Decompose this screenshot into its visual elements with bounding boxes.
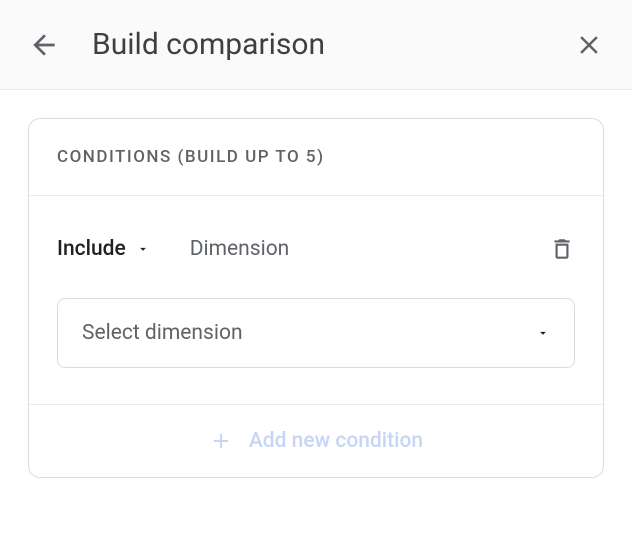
plus-icon: [209, 429, 233, 453]
delete-condition-button[interactable]: [549, 236, 575, 262]
include-label: Include: [57, 237, 126, 261]
close-icon: [574, 30, 604, 60]
include-exclude-dropdown[interactable]: Include: [57, 237, 150, 261]
add-condition-button[interactable]: Add new condition: [29, 405, 603, 477]
conditions-card: CONDITIONS (BUILD UP TO 5) Include Dimen…: [28, 118, 604, 478]
close-button[interactable]: [574, 30, 604, 60]
dimension-select[interactable]: Select dimension: [57, 298, 575, 368]
caret-down-icon: [136, 242, 150, 256]
trash-icon: [549, 236, 575, 262]
dimension-select-placeholder: Select dimension: [82, 321, 243, 345]
content-area: CONDITIONS (BUILD UP TO 5) Include Dimen…: [0, 90, 632, 506]
header: Build comparison: [0, 0, 632, 90]
page-title: Build comparison: [92, 27, 574, 62]
arrow-back-icon: [28, 29, 60, 61]
conditions-card-header: CONDITIONS (BUILD UP TO 5): [29, 119, 603, 196]
add-condition-label: Add new condition: [249, 429, 423, 453]
condition-row: Include Dimension Select dimension: [29, 196, 603, 405]
dimension-label: Dimension: [190, 237, 549, 261]
back-button[interactable]: [28, 29, 60, 61]
condition-top-row: Include Dimension: [57, 236, 575, 262]
caret-down-icon: [536, 326, 550, 340]
